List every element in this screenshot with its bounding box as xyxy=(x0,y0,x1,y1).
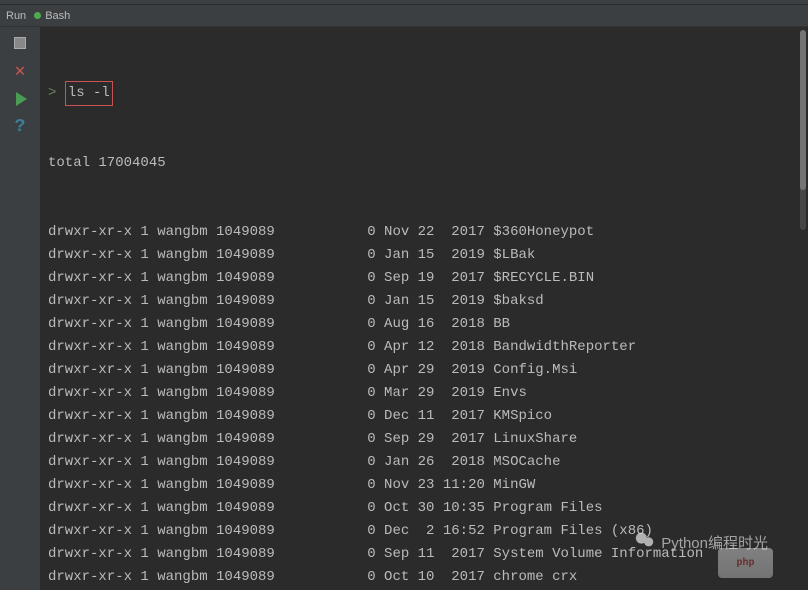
tab-bash-label: Bash xyxy=(45,10,70,22)
listing-row: drwxr-xr-x 1 wangbm 1049089 0 Apr 29 201… xyxy=(48,359,800,382)
listing-row: drwxr-xr-x 1 wangbm 1049089 0 Mar 29 201… xyxy=(48,382,800,405)
listing-row: drwxr-xr-x 1 wangbm 1049089 0 Nov 23 11:… xyxy=(48,474,800,497)
listing-row: drwxr-xr-x 1 wangbm 1049089 0 Jan 26 201… xyxy=(48,451,800,474)
tab-bar: Run Bash xyxy=(0,5,808,27)
corner-badge: php xyxy=(718,548,773,578)
listing-row: drwxr-xr-x 1 wangbm 1049089 0 Jan 15 201… xyxy=(48,244,800,267)
listing-row: drwxr-xr-x 1 wangbm 1049089 0 Dec 11 201… xyxy=(48,405,800,428)
toolbar-gutter: ✕ ? xyxy=(0,27,40,590)
listing-row: drwxr-xr-x 1 wangbm 1049089 0 Apr 12 201… xyxy=(48,336,800,359)
stop-button[interactable] xyxy=(12,35,28,51)
listing-row: drwxr-xr-x 1 wangbm 1049089 0 Sep 29 201… xyxy=(48,428,800,451)
tab-run[interactable]: Run xyxy=(6,10,26,22)
command-ls: ls -l xyxy=(65,81,113,106)
listing-row: drwxr-xr-x 1 wangbm 1049089 0 Aug 16 201… xyxy=(48,313,800,336)
scrollbar-thumb[interactable] xyxy=(800,30,806,190)
help-icon[interactable]: ? xyxy=(12,119,28,135)
total-line: total 17004045 xyxy=(48,152,800,175)
terminal-output[interactable]: > ls -l total 17004045 drwxr-xr-x 1 wang… xyxy=(40,27,808,590)
rerun-button[interactable] xyxy=(12,91,28,107)
listing-row: drwxr-xr-x 1 wangbm 1049089 0 Oct 30 10:… xyxy=(48,497,800,520)
listing-row: drwxr-xr-x 1 wangbm 1049089 0 Nov 22 201… xyxy=(48,221,800,244)
listing-row: drwxr-xr-x 1 wangbm 1049089 0 Sep 19 201… xyxy=(48,267,800,290)
close-icon[interactable]: ✕ xyxy=(12,63,28,79)
tab-bash[interactable]: Bash xyxy=(34,10,70,22)
run-status-dot-icon xyxy=(34,12,41,19)
listing-row: drwxr-xr-x 1 wangbm 1049089 0 Oct 10 201… xyxy=(48,566,800,589)
wechat-icon xyxy=(634,529,656,555)
listing-row: drwxr-xr-x 1 wangbm 1049089 0 Jan 15 201… xyxy=(48,290,800,313)
